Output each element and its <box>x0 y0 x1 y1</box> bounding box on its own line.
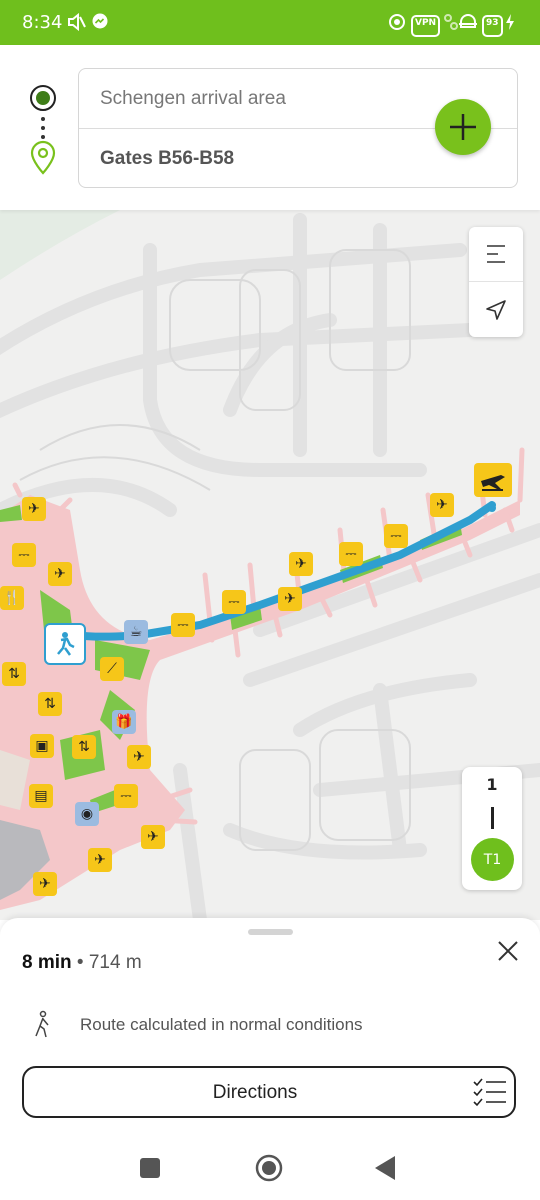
drag-handle[interactable] <box>248 929 293 935</box>
summary-separator: • <box>71 952 89 973</box>
departure-gate-icon[interactable]: ✈ <box>33 872 57 896</box>
circle-home-icon <box>255 1154 283 1182</box>
location-status-icon <box>388 13 406 31</box>
close-icon <box>498 941 518 961</box>
baggage-icon[interactable]: ⎓ <box>222 590 246 614</box>
route-distance: 714 m <box>88 952 142 973</box>
airport-map[interactable]: ✈ ⎓ ⎓ ✈ ✈ ⎓ ⎓ ☕ ✈ ⎓ ✈ 🍴 ⟋ ⇅ ⇅ 🎁 ▣ ⇅ ✈ ⎓ … <box>0 210 540 920</box>
android-icon <box>458 13 478 31</box>
status-time: 8:34 <box>22 12 63 33</box>
route-note: Route calculated in normal conditions <box>22 1008 512 1038</box>
close-button[interactable] <box>493 936 523 966</box>
add-stop-button[interactable] <box>435 99 491 155</box>
charging-icon <box>505 13 515 31</box>
origin-dot-icon <box>29 84 57 116</box>
back-button[interactable] <box>375 1156 395 1184</box>
walking-person-icon <box>32 1010 54 1042</box>
route-summary-sheet: 8 min • 714 m Route calculated in normal… <box>0 918 540 1138</box>
home-button[interactable] <box>255 1154 283 1186</box>
battery-indicator: 93 <box>482 15 503 37</box>
locate-me-button[interactable] <box>469 283 523 337</box>
directions-label: Directions <box>212 1082 298 1103</box>
floor-level-button[interactable]: 1 <box>462 775 522 794</box>
silent-icon <box>66 12 86 32</box>
elevator-icon[interactable]: ⇅ <box>72 735 96 759</box>
square-icon <box>140 1158 160 1178</box>
origin-text: Schengen arrival area <box>100 88 286 109</box>
checklist-icon <box>472 1077 508 1113</box>
baggage-icon[interactable]: ⎓ <box>339 542 363 566</box>
baggage-icon[interactable]: ⎓ <box>12 543 36 567</box>
location-pin-icon <box>30 140 56 180</box>
menu-lines-icon <box>487 245 505 263</box>
departure-gate-icon[interactable]: ✈ <box>88 848 112 872</box>
baggage-cart-icon[interactable]: ▣ <box>30 734 54 758</box>
departure-gate-icon[interactable]: ✈ <box>22 497 46 521</box>
back-triangle-icon <box>375 1156 395 1180</box>
floor-indicator <box>491 807 494 829</box>
recents-button[interactable] <box>140 1158 160 1182</box>
plus-icon <box>450 114 476 140</box>
luggage-icon[interactable]: ▤ <box>29 784 53 808</box>
baggage-icon[interactable]: ⎓ <box>171 613 195 637</box>
status-bar: 8:34 VPN 93 <box>0 0 540 45</box>
route-note-text: Route calculated in normal conditions <box>80 1015 363 1034</box>
layers-button[interactable] <box>469 227 523 282</box>
messenger-icon <box>92 13 108 31</box>
baggage-icon[interactable]: ⎓ <box>384 524 408 548</box>
destination-text: Gates B56-B58 <box>100 148 235 169</box>
map-controls <box>469 227 523 337</box>
route-summary: 8 min • 714 m <box>22 952 142 974</box>
route-duration: 8 min <box>22 952 72 973</box>
baggage-icon[interactable]: ⎓ <box>114 784 138 808</box>
vpn-badge: VPN <box>411 15 441 37</box>
departure-gate-icon[interactable]: ✈ <box>278 587 302 611</box>
cafe-icon[interactable]: ☕ <box>124 620 148 644</box>
system-nav-bar <box>0 1138 540 1200</box>
departure-gate-icon[interactable]: ✈ <box>127 745 151 769</box>
origin-marker[interactable] <box>44 623 86 665</box>
directions-button[interactable]: Directions <box>22 1066 516 1118</box>
elevator-icon[interactable]: ⇅ <box>38 692 62 716</box>
departure-gate-icon[interactable]: ✈ <box>289 552 313 576</box>
navigation-arrow-icon <box>486 300 506 320</box>
floor-selector: 1 T1 <box>462 767 522 890</box>
departure-gate-icon[interactable]: ✈ <box>48 562 72 586</box>
terminal-button[interactable]: T1 <box>471 838 514 881</box>
link-icon <box>443 13 459 31</box>
gift-shop-icon[interactable]: 🎁 <box>112 710 136 734</box>
elevator-icon[interactable]: ⇅ <box>2 662 26 686</box>
escalator-icon[interactable]: ⟋ <box>100 657 124 681</box>
route-header: Schengen arrival area Gates B56-B58 <box>0 45 540 210</box>
departure-gate-icon[interactable]: ✈ <box>430 493 454 517</box>
destination-gate-marker[interactable] <box>474 463 512 497</box>
lounge-icon[interactable]: ◉ <box>75 802 99 826</box>
departure-gate-icon[interactable]: ✈ <box>141 825 165 849</box>
restaurant-icon[interactable]: 🍴 <box>0 586 24 610</box>
